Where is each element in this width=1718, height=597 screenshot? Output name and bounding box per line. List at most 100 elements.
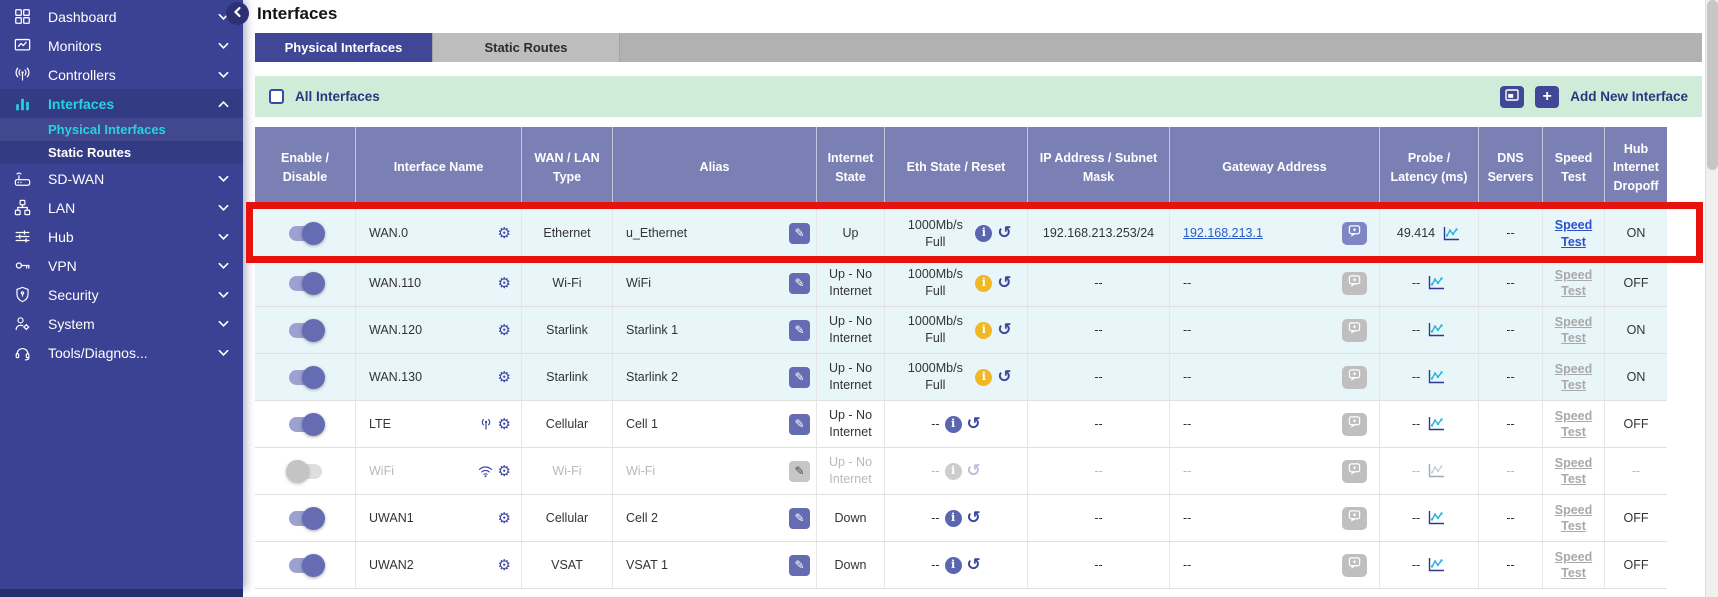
open-window-button[interactable] [1500, 86, 1524, 108]
latency-chart-icon[interactable] [1442, 226, 1461, 242]
gear-icon[interactable]: ⚙ [498, 370, 511, 385]
ping-tool-button[interactable] [1342, 319, 1367, 342]
tab-physical-interfaces[interactable]: Physical Interfaces [255, 33, 433, 62]
enable-toggle[interactable] [289, 417, 322, 432]
latency-chart-icon[interactable] [1427, 510, 1446, 526]
ping-tool-button[interactable] [1342, 413, 1367, 436]
edit-alias-button[interactable]: ✎ [789, 223, 810, 244]
scrollbar[interactable] [1705, 0, 1718, 597]
ping-tool-button[interactable] [1342, 272, 1367, 295]
latency-chart-icon[interactable] [1427, 369, 1446, 385]
edit-alias-button[interactable]: ✎ [789, 273, 810, 294]
gateway-value[interactable]: -- [1183, 369, 1191, 386]
edit-alias-button[interactable]: ✎ [789, 414, 810, 435]
sidebar-subitem-static-routes[interactable]: Static Routes [0, 141, 243, 164]
sidebar-item-sd-wan[interactable]: SD-WAN [0, 164, 243, 193]
sidebar-item-dashboard[interactable]: Dashboard [0, 2, 243, 31]
enable-toggle[interactable] [289, 323, 322, 338]
sidebar-item-interfaces[interactable]: Interfaces [0, 89, 243, 118]
gateway-value[interactable]: -- [1183, 416, 1191, 433]
speed-test-link[interactable]: Speed Test [1553, 455, 1595, 488]
gear-icon[interactable]: ⚙ [498, 464, 511, 479]
gear-icon[interactable]: ⚙ [498, 417, 511, 432]
info-icon[interactable]: i [945, 557, 962, 574]
sidebar-item-controllers[interactable]: Controllers [0, 60, 243, 89]
enable-toggle[interactable] [289, 511, 322, 526]
ping-tool-button[interactable] [1342, 554, 1367, 577]
reset-icon[interactable]: ↺ [997, 225, 1011, 242]
enable-toggle[interactable] [289, 464, 322, 479]
edit-alias-button[interactable]: ✎ [789, 461, 810, 482]
sidebar-subitem-physical-interfaces[interactable]: Physical Interfaces [0, 118, 243, 141]
ping-tool-button[interactable] [1342, 507, 1367, 530]
tab-static-routes[interactable]: Static Routes [433, 33, 620, 62]
select-all-checkbox[interactable] [269, 89, 284, 104]
speed-test-link[interactable]: Speed Test [1553, 314, 1595, 347]
add-interface-label[interactable]: Add New Interface [1570, 89, 1688, 104]
edit-alias-button[interactable]: ✎ [789, 367, 810, 388]
info-icon[interactable]: i [975, 322, 992, 339]
info-icon[interactable]: i [945, 510, 962, 527]
add-interface-button[interactable]: + [1535, 86, 1559, 108]
scrollbar-thumb[interactable] [1707, 0, 1718, 170]
gear-icon[interactable]: ⚙ [498, 226, 511, 241]
plus-icon: + [1543, 89, 1552, 105]
hub-dropoff-value: OFF [1624, 416, 1649, 433]
gateway-value[interactable]: 192.168.213.1 [1183, 225, 1263, 242]
sidebar-item-vpn[interactable]: VPN [0, 251, 243, 280]
column-header-ip-subnet: IP Address / Subnet Mask [1028, 127, 1170, 208]
sidebar-item-hub[interactable]: Hub [0, 222, 243, 251]
sidebar-item-label: Controllers [48, 67, 218, 83]
edit-alias-button[interactable]: ✎ [789, 508, 810, 529]
gateway-value[interactable]: -- [1183, 275, 1191, 292]
gear-icon[interactable]: ⚙ [498, 276, 511, 291]
speed-test-link[interactable]: Speed Test [1553, 408, 1595, 441]
info-icon[interactable]: i [945, 416, 962, 433]
latency-chart-icon[interactable] [1427, 463, 1446, 479]
sidebar-item-lan[interactable]: LAN [0, 193, 243, 222]
speed-test-link[interactable]: Speed Test [1553, 217, 1595, 250]
sidebar-item-tools-diagnostics[interactable]: Tools/Diagnos... [0, 338, 243, 367]
info-icon[interactable]: i [975, 369, 992, 386]
reset-icon[interactable]: ↺ [967, 557, 981, 574]
sidebar-item-security[interactable]: Security [0, 280, 243, 309]
gear-icon[interactable]: ⚙ [498, 323, 511, 338]
reset-icon[interactable]: ↺ [997, 322, 1011, 339]
ping-tool-button[interactable] [1342, 366, 1367, 389]
gateway-value[interactable]: -- [1183, 557, 1191, 574]
gateway-value[interactable]: -- [1183, 463, 1191, 480]
latency-chart-icon[interactable] [1427, 322, 1446, 338]
reset-icon[interactable]: ↺ [967, 463, 981, 480]
latency-chart-icon[interactable] [1427, 557, 1446, 573]
latency-chart-icon[interactable] [1427, 275, 1446, 291]
enable-toggle[interactable] [289, 558, 322, 573]
sidebar-item-system[interactable]: System [0, 309, 243, 338]
internet-state: Up - No Internet [823, 313, 878, 347]
sidebar-item-monitors[interactable]: Monitors [0, 31, 243, 60]
ping-tool-button[interactable] [1342, 460, 1367, 483]
enable-toggle[interactable] [289, 370, 322, 385]
reset-icon[interactable]: ↺ [967, 510, 981, 527]
latency-chart-icon[interactable] [1427, 416, 1446, 432]
speed-test-link[interactable]: Speed Test [1553, 549, 1595, 582]
reset-icon[interactable]: ↺ [997, 369, 1011, 386]
speed-test-link[interactable]: Speed Test [1553, 502, 1595, 535]
gear-icon[interactable]: ⚙ [498, 558, 511, 573]
info-icon[interactable]: i [975, 275, 992, 292]
gear-icon[interactable]: ⚙ [498, 511, 511, 526]
enable-toggle[interactable] [289, 226, 322, 241]
edit-alias-button[interactable]: ✎ [789, 320, 810, 341]
collapse-sidebar-button[interactable] [226, 2, 249, 25]
speed-test-link[interactable]: Speed Test [1553, 361, 1595, 394]
enable-toggle[interactable] [289, 276, 322, 291]
info-icon[interactable]: i [945, 463, 962, 480]
speed-test-link[interactable]: Speed Test [1553, 267, 1595, 300]
edit-alias-button[interactable]: ✎ [789, 555, 810, 576]
reset-icon[interactable]: ↺ [997, 275, 1011, 292]
reset-icon[interactable]: ↺ [967, 416, 981, 433]
ping-tool-button[interactable] [1342, 222, 1367, 245]
gateway-value[interactable]: -- [1183, 322, 1191, 339]
sidebar-section-interfaces: Interfaces Physical Interfaces Static Ro… [0, 89, 243, 164]
info-icon[interactable]: i [975, 225, 992, 242]
gateway-value[interactable]: -- [1183, 510, 1191, 527]
